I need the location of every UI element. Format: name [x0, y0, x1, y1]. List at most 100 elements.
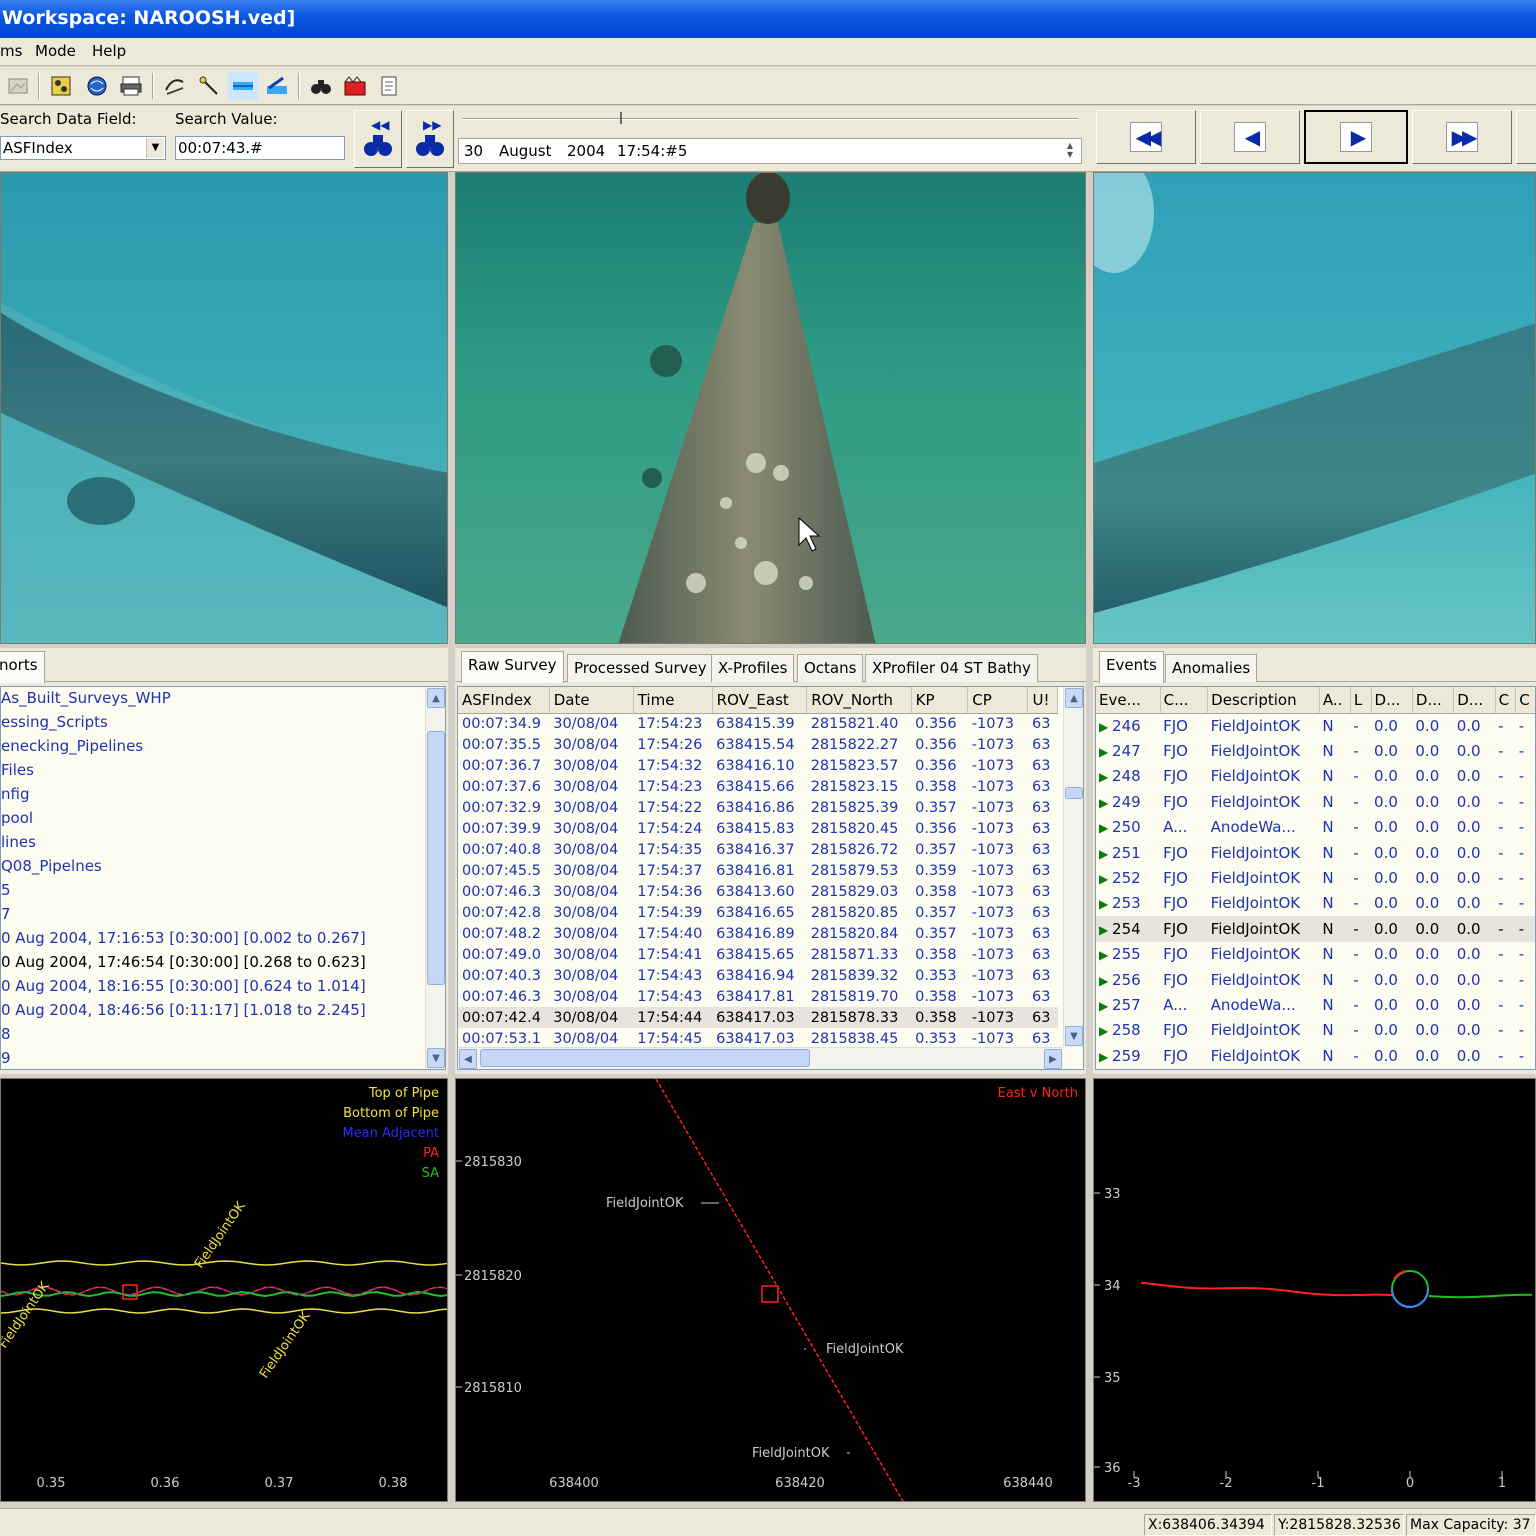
- spin-icon[interactable]: ▲ ▼: [1061, 141, 1079, 161]
- table-row[interactable]: 00:07:34.9 30/08/04 17:54:23 638415.39 28158…: [458, 713, 1058, 734]
- table-row[interactable]: 00:07:36.7 30/08/04 17:54:32 638416.10 28158…: [458, 755, 1058, 776]
- probe-icon[interactable]: [194, 72, 224, 100]
- project-tree[interactable]: As_Built_Surveys_WHP essing_Scripts enecki…: [0, 686, 446, 1070]
- events-grid[interactable]: Eve... C... Description A.. L D... D... D... C C …: [1095, 686, 1536, 1070]
- column-header[interactable]: U!: [1027, 687, 1058, 714]
- scroll-thumb[interactable]: [480, 1049, 810, 1067]
- date-day[interactable]: 30: [464, 139, 483, 163]
- column-header[interactable]: ASFIndex: [458, 687, 550, 714]
- tab-processed-survey[interactable]: Processed Survey: [567, 654, 714, 682]
- scroll-up-icon[interactable]: ▲: [427, 688, 445, 708]
- globe-icon[interactable]: [82, 72, 112, 100]
- column-header[interactable]: CP: [967, 687, 1029, 714]
- expand-arrow-icon[interactable]: ▶: [1099, 1024, 1112, 1038]
- event-row[interactable]: ▶ 247 FJO FieldJointOK N -0.0 0.0 0.0- -: [1096, 738, 1535, 763]
- chart-icon[interactable]: [262, 72, 292, 100]
- table-row[interactable]: 00:07:40.3 30/08/04 17:54:43 638416.94 28158…: [458, 965, 1058, 986]
- table-row[interactable]: 00:07:39.9 30/08/04 17:54:24 638415.83 28158…: [458, 818, 1058, 839]
- search-next-button[interactable]: ▶▶: [406, 110, 454, 168]
- tree-item[interactable]: pool: [1, 809, 33, 833]
- tree-item[interactable]: 7: [1, 905, 11, 929]
- time-slider-track[interactable]: [462, 118, 1078, 120]
- tree-scrollbar[interactable]: ▲ ▼: [425, 687, 445, 1069]
- column-header[interactable]: Eve...: [1096, 687, 1161, 714]
- event-row[interactable]: ▶ 259 FJO FieldJointOK N -0.0 0.0 0.0- -: [1096, 1043, 1535, 1068]
- last-record-button[interactable]: ▶▶: [1412, 110, 1512, 164]
- tree-item[interactable]: enecking_Pipelines: [1, 737, 143, 761]
- survey-grid[interactable]: ASFIndex Date Time ROV_East ROV_North KP CP U! …: [457, 686, 1084, 1070]
- date-time[interactable]: 17:54:#5: [617, 139, 687, 163]
- tree-item[interactable]: 8: [1, 1025, 11, 1049]
- table-row[interactable]: 00:07:46.3 30/08/04 17:54:43 638417.81 28158…: [458, 986, 1058, 1007]
- east-north-track-plot[interactable]: East v North 2815830 2815820 2815810 638400 6…: [455, 1078, 1086, 1502]
- survey-hscrollbar[interactable]: ◀ ▶: [458, 1047, 1063, 1069]
- menu-items[interactable]: ms: [0, 42, 22, 60]
- table-row[interactable]: 00:07:42.4 30/08/04 17:54:44 638417.03 28158…: [458, 1007, 1058, 1028]
- tree-item[interactable]: lines: [1, 833, 36, 857]
- layers-icon[interactable]: [228, 72, 258, 100]
- table-row[interactable]: 00:07:46.3 30/08/04 17:54:36 638413.60 28158…: [458, 881, 1058, 902]
- column-header[interactable]: C: [1515, 687, 1535, 714]
- window-title-bar[interactable]: Workspace: NAROOSH.ved]: [0, 0, 1536, 38]
- cable-icon[interactable]: [160, 72, 190, 100]
- expand-arrow-icon[interactable]: ▶: [1099, 821, 1112, 835]
- tree-item[interactable]: 0 Aug 2004, 18:16:55 [0:30:00] [0.624 to…: [1, 977, 366, 1001]
- tree-item[interactable]: Q08_Pipelnes: [1, 857, 102, 881]
- expand-arrow-icon[interactable]: ▶: [1099, 948, 1112, 962]
- image-icon[interactable]: [4, 72, 34, 100]
- column-header[interactable]: C: [1495, 687, 1517, 714]
- cross-section-plot[interactable]: 33 34 35 36 -3 -2 -1 0 1: [1093, 1078, 1536, 1502]
- expand-arrow-icon[interactable]: ▶: [1099, 872, 1112, 886]
- video-center-camera[interactable]: [455, 172, 1086, 644]
- menu-help[interactable]: Help: [92, 42, 126, 60]
- column-header[interactable]: D...: [1412, 687, 1455, 714]
- table-row[interactable]: 00:07:37.6 30/08/04 17:54:23 638415.66 28158…: [458, 776, 1058, 797]
- menu-mode[interactable]: Mode: [35, 42, 76, 60]
- next-record-button[interactable]: ▶: [1304, 110, 1408, 164]
- search-value-input[interactable]: 00:07:43.#: [175, 136, 345, 160]
- event-row[interactable]: ▶ 249 FJO FieldJointOK N -0.0 0.0 0.0- -: [1096, 789, 1535, 814]
- expand-arrow-icon[interactable]: ▶: [1099, 770, 1112, 784]
- event-row[interactable]: ▶ 246 FJO FieldJointOK N -0.0 0.0 0.0- -: [1096, 713, 1535, 738]
- expand-arrow-icon[interactable]: ▶: [1099, 923, 1112, 937]
- chevron-down-icon[interactable]: ▼: [146, 138, 164, 158]
- tab-reports[interactable]: norts: [0, 651, 45, 683]
- video-port-camera[interactable]: [0, 172, 448, 644]
- table-row[interactable]: 00:07:32.9 30/08/04 17:54:22 638416.86 28158…: [458, 797, 1058, 818]
- expand-arrow-icon[interactable]: ▶: [1099, 745, 1112, 759]
- scroll-down-icon[interactable]: ▼: [1065, 1026, 1083, 1046]
- scroll-left-icon[interactable]: ◀: [459, 1049, 477, 1069]
- tab-raw-survey[interactable]: Raw Survey: [461, 651, 564, 683]
- tree-item[interactable]: 0 Aug 2004, 17:46:54 [0:30:00] [0.268 to…: [1, 953, 366, 977]
- filter-icon[interactable]: [46, 72, 76, 100]
- table-row[interactable]: 00:07:40.8 30/08/04 17:54:35 638416.37 28158…: [458, 839, 1058, 860]
- column-header[interactable]: D...: [1371, 687, 1413, 714]
- expand-arrow-icon[interactable]: ▶: [1099, 897, 1112, 911]
- video-icon[interactable]: [340, 72, 370, 100]
- column-header[interactable]: D...: [1453, 687, 1496, 714]
- first-record-button[interactable]: ◀◀: [1096, 110, 1196, 164]
- scroll-thumb[interactable]: [1065, 787, 1083, 799]
- tab-xprofiler-bathy[interactable]: XProfiler 04 ST Bathy: [865, 654, 1038, 682]
- column-header[interactable]: ROV_North: [806, 687, 912, 714]
- column-header[interactable]: C...: [1160, 687, 1209, 714]
- tree-item[interactable]: Files: [1, 761, 34, 785]
- table-row[interactable]: 00:07:42.8 30/08/04 17:54:39 638416.65 28158…: [458, 902, 1058, 923]
- expand-arrow-icon[interactable]: ▶: [1099, 796, 1112, 810]
- search-previous-button[interactable]: ◀◀: [354, 110, 402, 168]
- tab-events[interactable]: Events: [1099, 651, 1164, 683]
- expand-arrow-icon[interactable]: ▶: [1099, 720, 1112, 734]
- column-header[interactable]: Description: [1207, 687, 1320, 714]
- table-row[interactable]: 00:07:48.2 30/08/04 17:54:40 638416.89 28158…: [458, 923, 1058, 944]
- pipe-profile-plot[interactable]: Top of Pipe Bottom of Pipe Mean Adjacent PA…: [0, 1078, 448, 1502]
- datetime-picker[interactable]: 30 August 2004 17:54:#5 ▲ ▼: [458, 138, 1082, 164]
- tree-item[interactable]: 9: [1, 1049, 11, 1069]
- expand-arrow-icon[interactable]: ▶: [1099, 974, 1112, 988]
- event-row[interactable]: ▶ 252 FJO FieldJointOK N -0.0 0.0 0.0- -: [1096, 865, 1535, 890]
- tab-octans[interactable]: Octans: [797, 654, 864, 682]
- tab-anomalies[interactable]: Anomalies: [1165, 654, 1258, 682]
- tree-item[interactable]: essing_Scripts: [1, 713, 108, 737]
- previous-record-button[interactable]: ◀: [1200, 110, 1300, 164]
- column-header[interactable]: L: [1350, 687, 1372, 714]
- table-row[interactable]: 00:07:49.0 30/08/04 17:54:41 638415.65 28158…: [458, 944, 1058, 965]
